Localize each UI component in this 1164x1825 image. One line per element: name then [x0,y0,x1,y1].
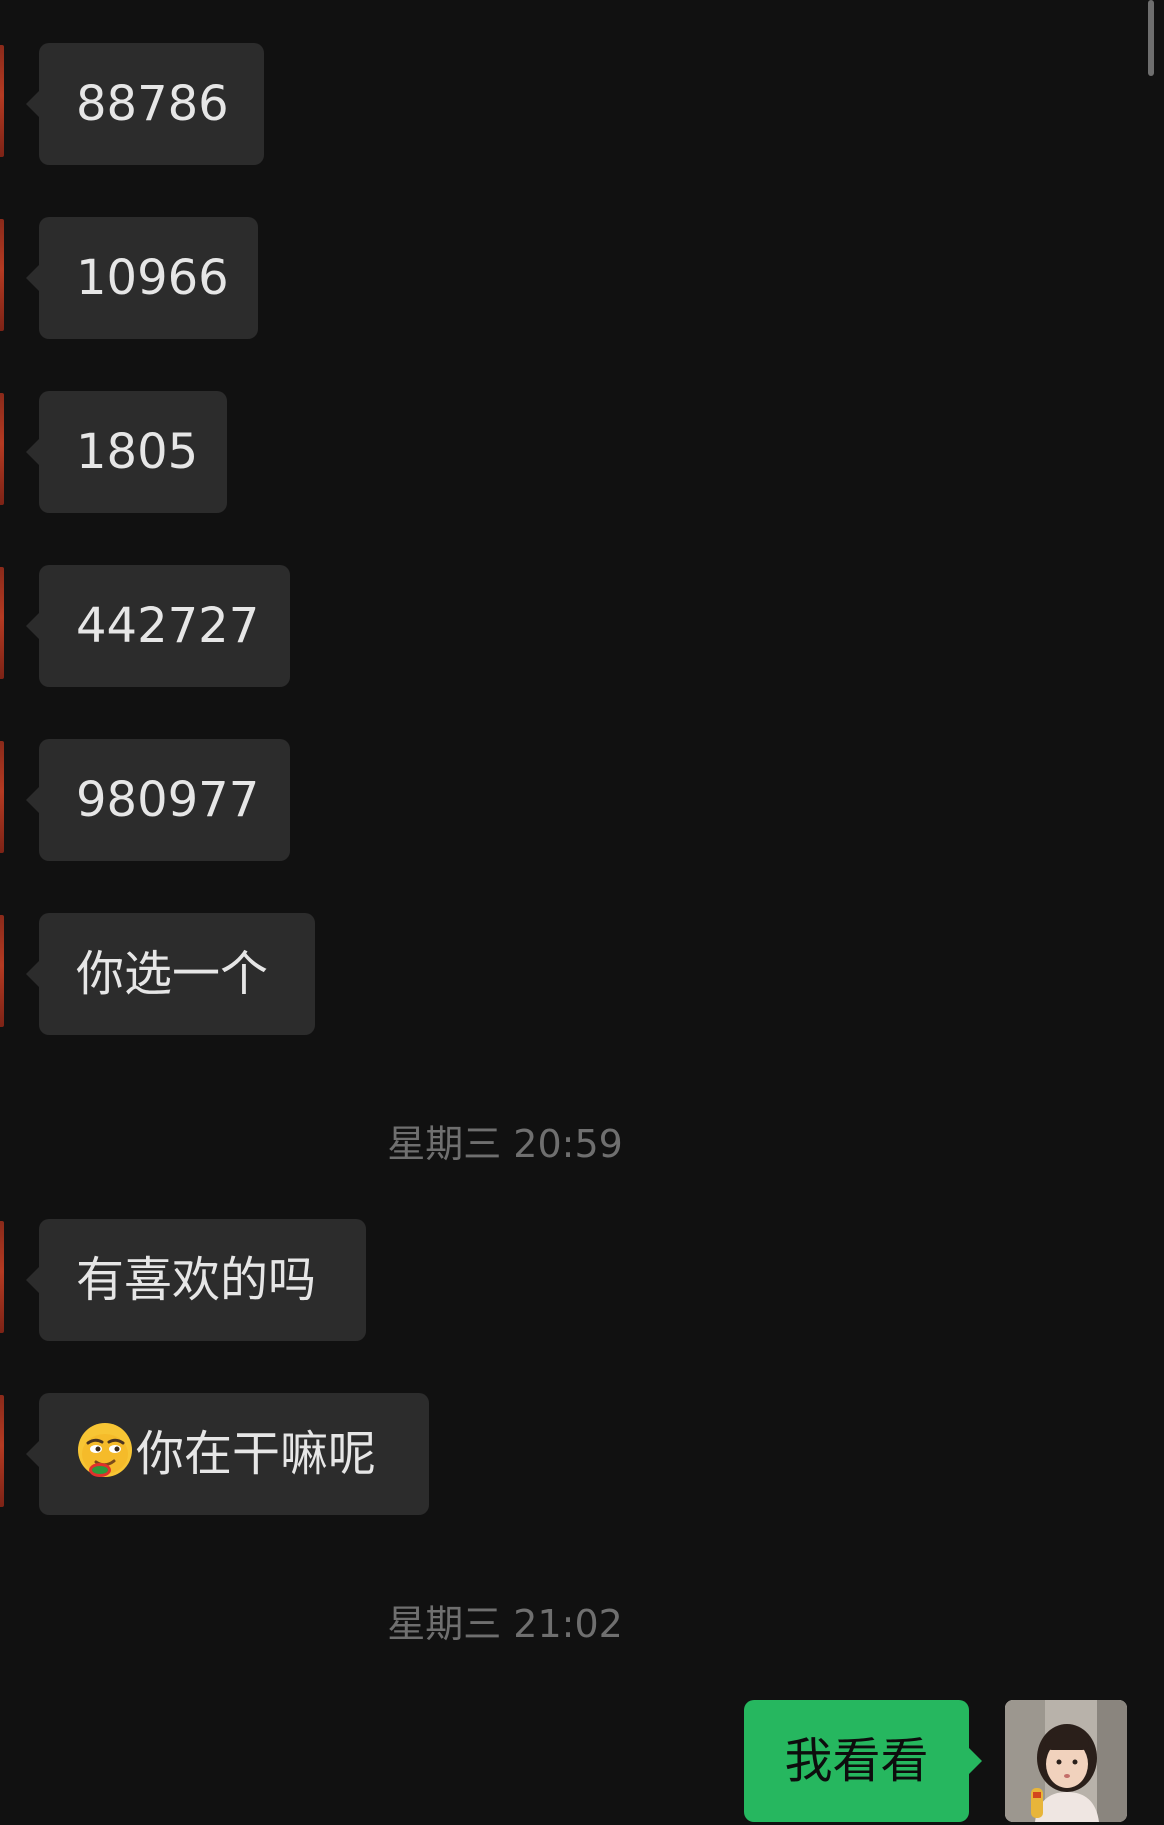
incoming-message-bubble[interactable]: 10966 [26,217,258,339]
message-text: 10966 [76,250,229,306]
message-timestamp: 星期三 21:02 [387,1602,623,1646]
contact-avatar[interactable] [0,567,4,679]
chat-conversation[interactable]: 88786 10966 1805 442727 980977 你选一个 星期三 … [0,0,1164,1825]
child-portrait-icon [1005,1700,1127,1822]
incoming-message-bubble[interactable]: 88786 [26,43,264,165]
incoming-message-bubble[interactable]: 980977 [26,739,290,861]
contact-avatar[interactable] [0,741,4,853]
message-text: 1805 [76,424,199,480]
incoming-message-bubble[interactable]: 你选一个 [26,913,315,1035]
contact-avatar[interactable] [0,1221,4,1333]
contact-avatar[interactable] [0,219,4,331]
incoming-message-bubble[interactable]: 你在干嘛呢 [26,1393,429,1515]
message-text: 你在干嘛呢 [136,1426,377,1482]
contact-avatar[interactable] [0,915,4,1027]
scrollbar[interactable] [1148,0,1154,76]
incoming-message-bubble[interactable]: 有喜欢的吗 [26,1219,366,1341]
smirking-face-emoji-icon [78,1423,132,1477]
contact-avatar[interactable] [0,1395,4,1507]
message-text: 有喜欢的吗 [76,1252,317,1308]
message-text: 88786 [76,76,229,132]
message-text: 我看看 [784,1733,929,1789]
incoming-message-bubble[interactable]: 1805 [26,391,227,513]
message-timestamp: 星期三 20:59 [387,1122,623,1166]
my-avatar[interactable] [1005,1700,1127,1822]
outgoing-message-bubble[interactable]: 我看看 [744,1700,982,1822]
message-text: 你选一个 [76,946,269,1002]
contact-avatar[interactable] [0,393,4,505]
message-text: 442727 [76,598,260,654]
contact-avatar[interactable] [0,45,4,157]
incoming-message-bubble[interactable]: 442727 [26,565,290,687]
message-text: 980977 [76,772,260,828]
